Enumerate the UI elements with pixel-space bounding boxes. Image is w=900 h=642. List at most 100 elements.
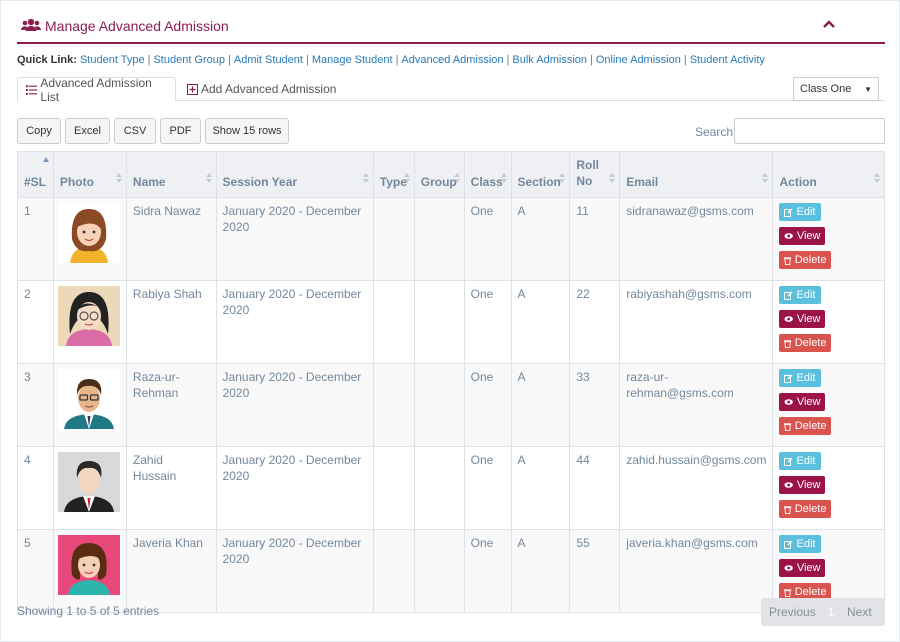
sort-icon (453, 173, 460, 183)
quick-link-online-admission[interactable]: Online Admission (596, 54, 681, 66)
view-button[interactable]: View (779, 476, 826, 494)
quick-link-manage-student[interactable]: Manage Student (312, 54, 393, 66)
cell-session: January 2020 - December 2020 (215, 280, 374, 364)
edit-button[interactable]: Edit (779, 452, 822, 470)
cell-roll: 44 (569, 446, 621, 530)
cell-email: rabiyashah@gsms.com (619, 280, 774, 364)
column-header-email[interactable]: Email (619, 151, 774, 198)
cell-name: Javeria Khan (125, 529, 217, 613)
column-header-sl[interactable]: #SL (17, 151, 54, 198)
sort-asc-icon (42, 157, 49, 162)
quick-link-advanced-admission[interactable]: Advanced Admission (401, 54, 503, 66)
cell-group (413, 446, 465, 530)
cell-group (413, 280, 465, 364)
page-number[interactable]: 1 (823, 605, 839, 619)
column-header-action[interactable]: Action (772, 151, 885, 198)
cell-actions: Edit View Delete (772, 197, 885, 281)
column-header-section[interactable]: Section (510, 151, 571, 198)
cell-actions: Edit View Delete (772, 280, 885, 364)
cell-type (372, 529, 415, 613)
cell-group (413, 197, 465, 281)
cell-photo (52, 363, 127, 447)
man-suit-icon (57, 452, 120, 512)
cell-session: January 2020 - December 2020 (215, 197, 374, 281)
eye-icon (784, 399, 794, 405)
column-header-name[interactable]: Name (125, 151, 217, 198)
panel: Manage Advanced Admission Quick Link: St… (0, 0, 900, 642)
column-header-session-year[interactable]: Session Year (215, 151, 374, 198)
sort-icon (403, 173, 410, 183)
quick-link-label: Quick Link: (17, 54, 77, 66)
edit-icon (784, 457, 793, 466)
eye-icon (784, 565, 794, 571)
chevron-up-icon[interactable] (821, 17, 837, 31)
link-separator: | (683, 54, 687, 66)
delete-button[interactable]: Delete (779, 500, 832, 518)
delete-button[interactable]: Delete (779, 417, 832, 435)
cell-class: One (463, 280, 512, 364)
view-button[interactable]: View (779, 393, 826, 411)
previous-button[interactable]: Previous (761, 605, 823, 619)
show-rows-button[interactable]: Show 15 rows (205, 118, 289, 144)
cell-class: One (463, 446, 512, 530)
sort-icon (205, 173, 212, 183)
sort-icon (762, 173, 769, 183)
list-icon (26, 84, 38, 95)
tab-bar: Advanced Admission List Add Advanced Adm… (17, 75, 885, 104)
quick-link-student-group[interactable]: Student Group (153, 54, 225, 66)
man-glasses-icon (57, 369, 120, 429)
quick-link-admit-student[interactable]: Admit Student (234, 54, 303, 66)
quick-link-student-type[interactable]: Student Type (80, 54, 145, 66)
link-separator: | (147, 54, 151, 66)
column-header-roll-no[interactable]: Roll No (569, 151, 621, 198)
pagination: Previous 1 Next (761, 598, 885, 626)
table-row: 3 Raza-ur-Rehman January 2020 - December… (17, 363, 885, 447)
cell-actions: Edit View Delete (772, 363, 885, 447)
column-header-class[interactable]: Class (463, 151, 512, 198)
edit-icon (784, 540, 793, 549)
tab-add-advanced-admission[interactable]: Add Advanced Admission (179, 77, 344, 101)
cell-class: One (463, 363, 512, 447)
column-header-type[interactable]: Type (372, 151, 415, 198)
class-select[interactable]: Class One ▼ (793, 77, 879, 101)
quick-link-bulk-admission[interactable]: Bulk Admission (512, 54, 587, 66)
panel-title: Manage Advanced Admission (21, 15, 229, 37)
sort-icon (559, 173, 566, 183)
cell-sl: 5 (17, 529, 54, 613)
link-separator: | (395, 54, 399, 66)
view-button[interactable]: View (779, 310, 826, 328)
table-info: Showing 1 to 5 of 5 entries (17, 604, 160, 618)
delete-button[interactable]: Delete (779, 334, 832, 352)
cell-photo (52, 529, 127, 613)
column-header-photo[interactable]: Photo (52, 151, 127, 198)
table-row: 1 Sidra Nawaz January 2020 - December 20… (17, 197, 885, 281)
cell-type (372, 280, 415, 364)
edit-button[interactable]: Edit (779, 286, 822, 304)
view-button[interactable]: View (779, 559, 826, 577)
search-input[interactable] (734, 118, 885, 144)
tab-label: Advanced Admission List (40, 75, 152, 104)
edit-icon (784, 208, 793, 217)
cell-section: A (510, 363, 571, 447)
quick-links: Quick Link: Student Type | Student Group | A… (17, 54, 765, 66)
view-button[interactable]: View (779, 227, 826, 245)
table-row: 5 Javeria Khan January 2020 - December 2… (17, 529, 885, 613)
copy-button[interactable]: Copy (17, 118, 61, 144)
cell-class: One (463, 529, 512, 613)
link-separator: | (228, 54, 231, 66)
edit-button[interactable]: Edit (779, 369, 822, 387)
edit-button[interactable]: Edit (779, 203, 822, 221)
tab-advanced-admission-list[interactable]: Advanced Admission List (17, 75, 176, 104)
cell-type (372, 363, 415, 447)
csv-button[interactable]: CSV (114, 118, 156, 144)
edit-button[interactable]: Edit (779, 535, 822, 553)
trash-icon (784, 256, 792, 265)
pdf-button[interactable]: PDF (160, 118, 201, 144)
delete-button[interactable]: Delete (779, 251, 832, 269)
quick-link-student-activity[interactable]: Student Activity (690, 54, 765, 66)
cell-group (413, 529, 465, 613)
column-header-group[interactable]: Group (413, 151, 465, 198)
excel-button[interactable]: Excel (65, 118, 110, 144)
next-button[interactable]: Next (839, 605, 872, 619)
eye-icon (784, 233, 794, 239)
